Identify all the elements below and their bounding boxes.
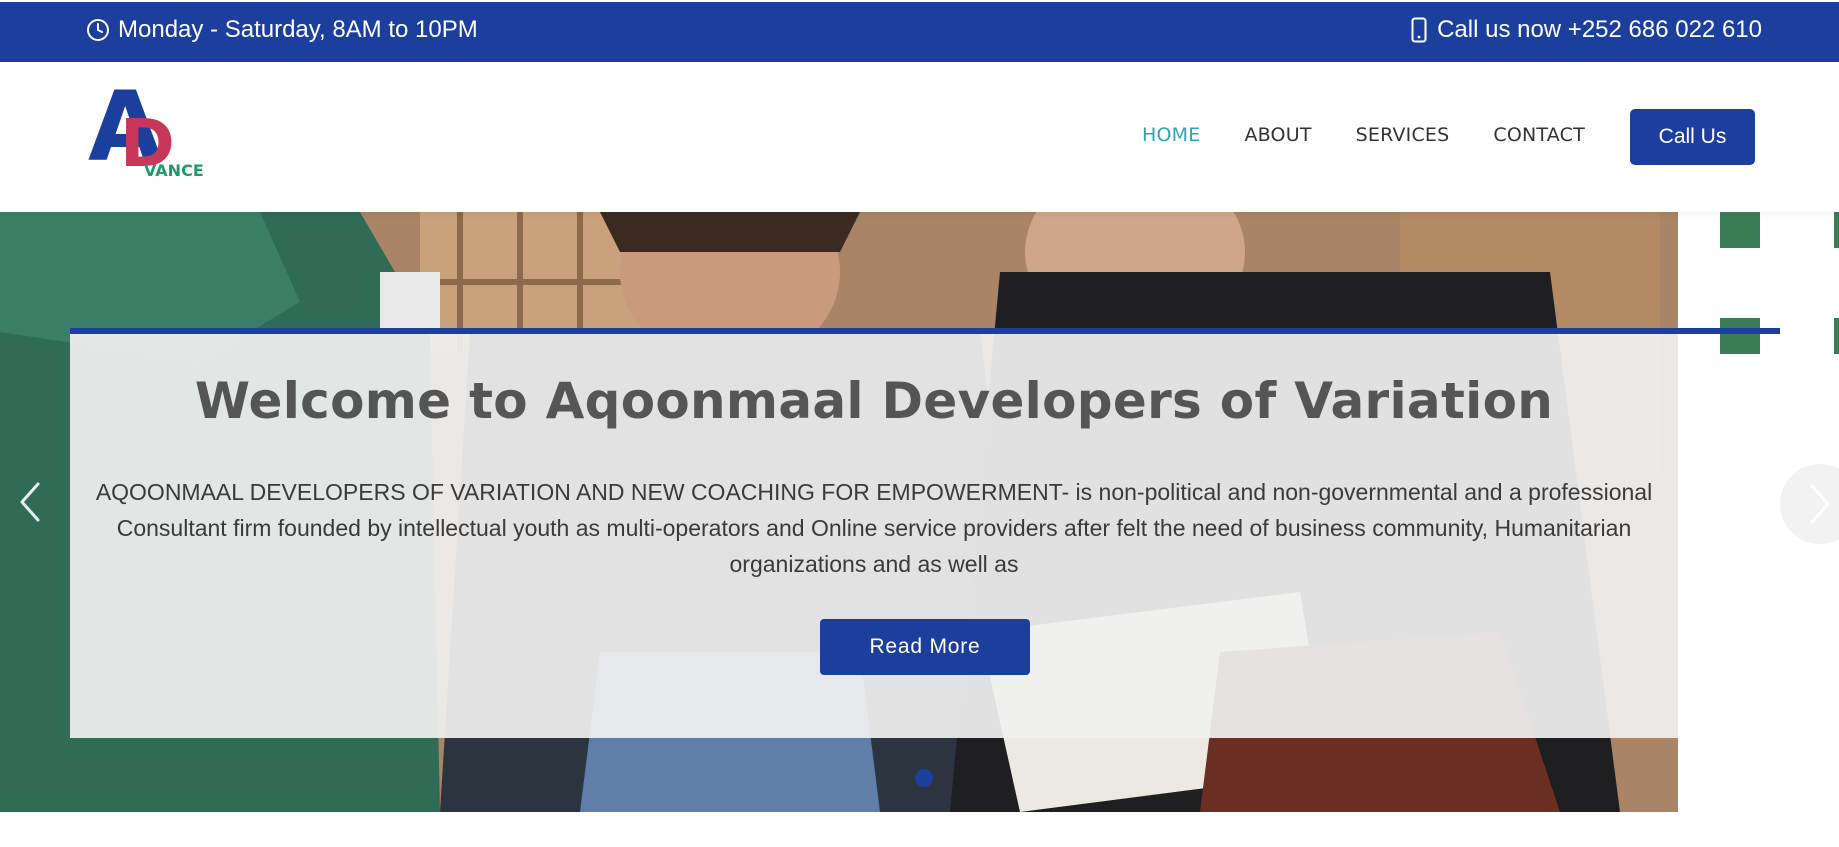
logo-suffix: VANCE	[144, 161, 204, 178]
main-nav: HOME ABOUT SERVICES CONTACT	[1142, 124, 1629, 146]
opening-hours: Monday - Saturday, 8AM to 10PM	[86, 16, 478, 44]
site-logo[interactable]: A D VANCE	[88, 71, 218, 183]
slider-dot-active[interactable]	[915, 769, 933, 787]
slider-next-button[interactable]	[1780, 464, 1839, 544]
top-info-bar: Monday - Saturday, 8AM to 10PM Call us n…	[0, 0, 1839, 62]
site-header: A D VANCE HOME ABOUT SERVICES CONTACT Ca…	[0, 62, 1839, 212]
phone-contact[interactable]: Call us now +252 686 022 610	[1411, 16, 1762, 44]
hero-description: AQOONMAAL DEVELOPERS OF VARIATION AND NE…	[95, 479, 1653, 577]
nav-about[interactable]: ABOUT	[1244, 124, 1311, 146]
clock-icon	[86, 18, 110, 42]
decorative-squares	[1720, 212, 1839, 372]
hero-title: Welcome to Aqoonmaal Developers of Varia…	[194, 372, 1554, 430]
hero-caption: Welcome to Aqoonmaal Developers of Varia…	[70, 334, 1678, 738]
opening-hours-text: Monday - Saturday, 8AM to 10PM	[118, 16, 478, 43]
mobile-phone-icon	[1411, 17, 1427, 43]
hero-slider: Welcome to Aqoonmaal Developers of Varia…	[0, 212, 1839, 812]
read-more-button[interactable]: Read More	[820, 619, 1030, 675]
nav-home[interactable]: HOME	[1142, 124, 1200, 146]
nav-contact[interactable]: CONTACT	[1493, 124, 1585, 146]
nav-services[interactable]: SERVICES	[1356, 124, 1450, 146]
phone-text[interactable]: Call us now +252 686 022 610	[1437, 16, 1762, 44]
chevron-left-icon[interactable]	[14, 480, 46, 524]
call-us-button[interactable]: Call Us	[1630, 109, 1755, 165]
chevron-right-icon	[1810, 484, 1830, 524]
